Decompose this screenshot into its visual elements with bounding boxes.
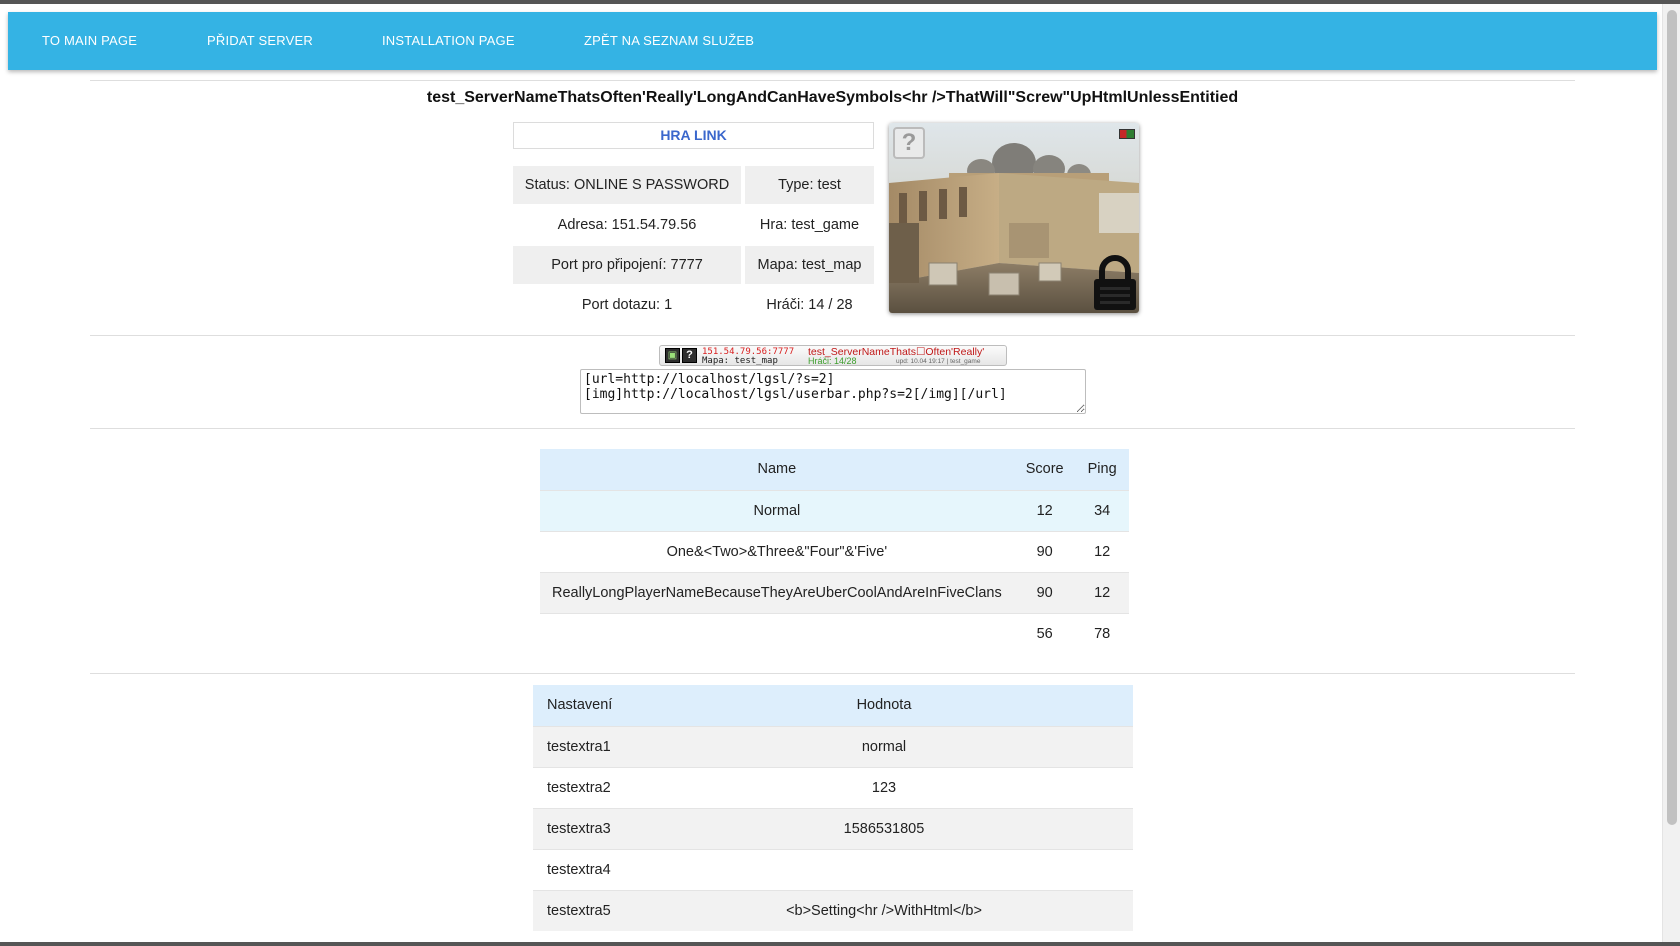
server-title: test_ServerNameThatsOften'Really'LongAnd… bbox=[426, 89, 1239, 106]
nav-installation-page[interactable]: INSTALLATION PAGE bbox=[382, 12, 515, 70]
table-row: testextra5 <b>Setting<hr />WithHtml</b> bbox=[533, 890, 1133, 931]
column-header-value: Hodnota bbox=[856, 697, 912, 714]
setting-value: normal bbox=[861, 738, 907, 755]
nav-add-server[interactable]: PŘIDAT SERVER bbox=[207, 12, 313, 70]
players-table-header: Name Score Ping bbox=[540, 449, 1129, 490]
server-address: Adresa: 151.54.79.56 bbox=[557, 217, 697, 233]
window-bottom-edge bbox=[0, 942, 1680, 946]
game-link[interactable]: HRA LINK bbox=[513, 122, 874, 149]
column-header-ping[interactable]: Ping bbox=[1076, 449, 1129, 490]
divider bbox=[90, 80, 1575, 81]
setting-key: testextra3 bbox=[547, 820, 611, 837]
player-score: 90 bbox=[1036, 584, 1053, 601]
player-score: 56 bbox=[1036, 625, 1053, 642]
table-row: testextra2 123 bbox=[533, 767, 1133, 808]
settings-table: Nastavení Hodnota testextra1 normal test… bbox=[533, 685, 1133, 931]
table-row: One&<Two>&Three&"Four"&'Five' 90 12 bbox=[540, 531, 1129, 572]
column-header-setting: Nastavení bbox=[547, 697, 613, 714]
server-connect-port: Port pro připojení: 7777 bbox=[513, 246, 741, 284]
setting-value: 1586531805 bbox=[843, 820, 925, 837]
players-table: Name Score Ping Normal 12 34 One&<Two>&T… bbox=[540, 449, 1129, 654]
player-ping: 12 bbox=[1094, 543, 1111, 560]
column-header-name[interactable]: Name bbox=[540, 449, 1014, 490]
setting-key: testextra4 bbox=[547, 861, 611, 878]
player-ping: 78 bbox=[1094, 625, 1111, 642]
server-type: Type: test bbox=[745, 166, 874, 204]
setting-key: testextra1 bbox=[547, 738, 611, 755]
player-name: ReallyLongPlayerNameBecauseTheyAreUberCo… bbox=[552, 584, 1002, 601]
userbar-players: Hráči: 14/28 bbox=[808, 356, 857, 366]
player-name bbox=[540, 613, 1014, 654]
table-row: ReallyLongPlayerNameBecauseTheyAreUberCo… bbox=[540, 572, 1129, 613]
userbar-lock-icon: ▣ bbox=[665, 348, 680, 363]
column-header-score[interactable]: Score bbox=[1014, 449, 1076, 490]
scrollbar-thumb[interactable] bbox=[1667, 10, 1677, 825]
setting-key: testextra5 bbox=[547, 902, 611, 919]
divider bbox=[90, 335, 1575, 336]
player-ping: 34 bbox=[1094, 502, 1111, 519]
player-score: 12 bbox=[1036, 502, 1053, 519]
player-name: Normal bbox=[753, 502, 801, 519]
nav-main-page[interactable]: TO MAIN PAGE bbox=[42, 12, 137, 70]
page-scrollbar[interactable] bbox=[1662, 4, 1680, 942]
lock-icon bbox=[1094, 255, 1136, 310]
bbcode-textarea[interactable]: [url=http://localhost/lgsl/?s=2] [img]ht… bbox=[580, 369, 1086, 414]
player-name: One&<Two>&Three&"Four"&'Five' bbox=[666, 543, 888, 560]
question-mark-icon: ? bbox=[893, 127, 925, 159]
window-top-edge bbox=[0, 0, 1680, 4]
player-ping: 12 bbox=[1094, 584, 1111, 601]
divider bbox=[90, 428, 1575, 429]
table-row: Normal 12 34 bbox=[540, 490, 1129, 531]
setting-value: 123 bbox=[871, 779, 897, 796]
flag-icon bbox=[1119, 129, 1135, 139]
userbar-map: Mapa: test_map bbox=[702, 356, 778, 366]
setting-key: testextra2 bbox=[547, 779, 611, 796]
nav-back-to-services[interactable]: ZPĚT NA SEZNAM SLUŽEB bbox=[584, 12, 754, 70]
server-status: Status: ONLINE S PASSWORD bbox=[513, 166, 741, 204]
table-row: testextra4 bbox=[533, 849, 1133, 890]
server-game: Hra: test_game bbox=[759, 217, 860, 233]
userbar-banner[interactable]: ▣ ? 151.54.79.56:7777 Mapa: test_map tes… bbox=[659, 345, 1007, 366]
divider bbox=[90, 673, 1575, 674]
player-score: 90 bbox=[1036, 543, 1053, 560]
top-navbar: TO MAIN PAGE PŘIDAT SERVER INSTALLATION … bbox=[8, 12, 1657, 70]
setting-value: <b>Setting<hr />WithHtml</b> bbox=[786, 902, 982, 919]
table-row: 56 78 bbox=[540, 613, 1129, 654]
setting-value bbox=[683, 849, 1133, 890]
server-players: Hráči: 14 / 28 bbox=[766, 297, 853, 313]
table-row: testextra3 1586531805 bbox=[533, 808, 1133, 849]
userbar-updated: upd: 10.04 19:17 | test_game bbox=[896, 358, 981, 365]
server-query-port: Port dotazu: 1 bbox=[581, 297, 673, 313]
map-preview-image: ? bbox=[889, 123, 1139, 313]
server-map: Mapa: test_map bbox=[745, 246, 874, 284]
table-row: testextra1 normal bbox=[533, 726, 1133, 767]
userbar-question-icon: ? bbox=[682, 348, 697, 363]
settings-table-header: Nastavení Hodnota bbox=[533, 685, 1133, 726]
